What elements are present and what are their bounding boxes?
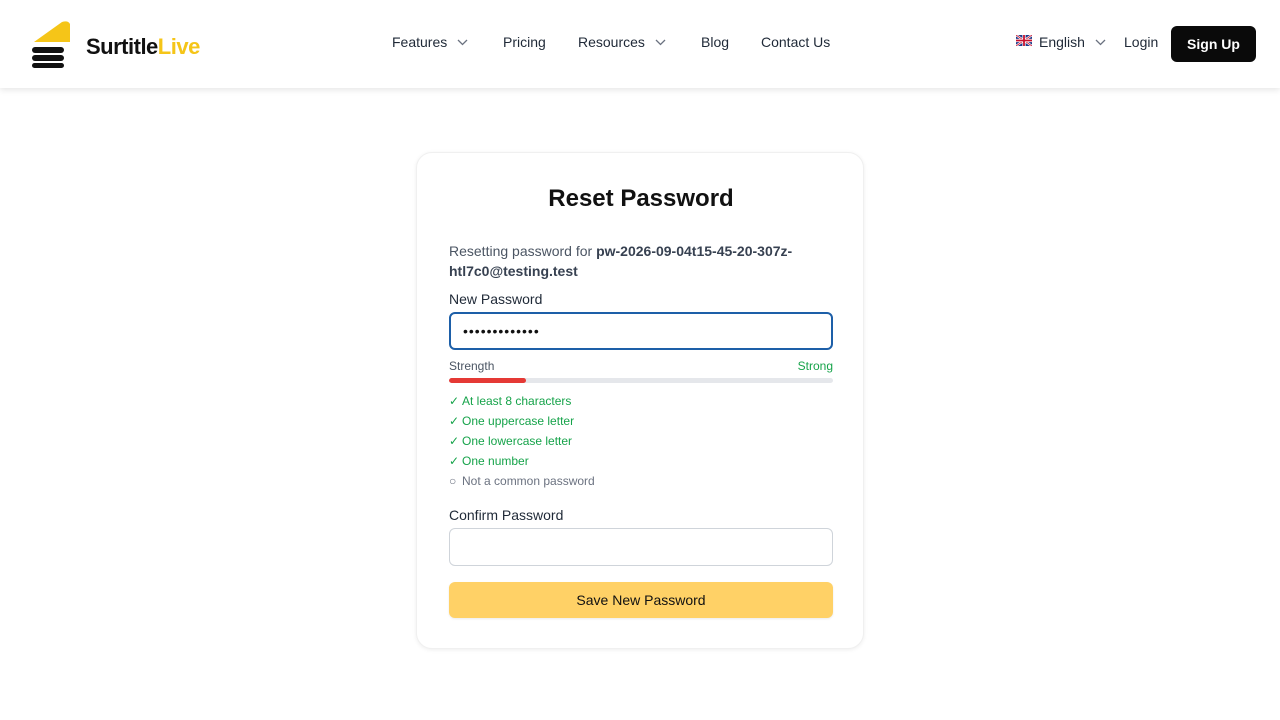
- reset-prefix: Resetting password for: [449, 243, 597, 259]
- site-header: SurtitleLive Features Pricing Resources …: [0, 0, 1280, 88]
- strength-row: Strength Strong: [449, 359, 833, 373]
- signup-button[interactable]: Sign Up: [1171, 26, 1256, 62]
- reset-target-text: Resetting password for pw-2026-09-04t15-…: [449, 241, 833, 281]
- chevron-down-icon: [1095, 39, 1106, 45]
- new-password-input[interactable]: [449, 312, 833, 350]
- reset-password-card: Reset Password Resetting password for pw…: [416, 152, 864, 649]
- nav-resources-label: Resources: [578, 34, 645, 50]
- password-requirements: ✓ At least 8 characters ✓ One uppercase le…: [449, 391, 595, 491]
- check-icon: ✓: [449, 394, 460, 408]
- circle-icon: ○: [449, 474, 457, 488]
- list-item: ✓ At least 8 characters: [449, 391, 595, 411]
- nav-blog[interactable]: Blog: [701, 34, 729, 50]
- brand-name: SurtitleLive: [86, 34, 200, 59]
- strength-value: Strong: [797, 359, 833, 373]
- list-item: ✓ One uppercase letter: [449, 411, 595, 431]
- confirm-password-input[interactable]: [449, 528, 833, 566]
- new-password-label: New Password: [449, 291, 543, 307]
- nav-features-label: Features: [392, 34, 448, 50]
- page-title: Reset Password: [548, 185, 734, 212]
- nav-blog-label: Blog: [701, 34, 730, 50]
- check-icon: ✓: [449, 434, 460, 448]
- login-link[interactable]: Login: [1124, 34, 1158, 50]
- nav-contact-us-label: Contact Us: [761, 34, 831, 50]
- nav-pricing-label: Pricing: [503, 34, 546, 50]
- save-new-password-button[interactable]: Save New Password: [449, 582, 833, 618]
- list-item: ✓ One lowercase letter: [449, 431, 595, 451]
- chevron-down-icon: [457, 39, 468, 45]
- language-label: English: [1039, 34, 1085, 50]
- nav-pricing[interactable]: Pricing: [503, 34, 546, 50]
- nav-contact-us[interactable]: Contact Us: [761, 34, 830, 50]
- check-icon: ✓: [449, 454, 460, 468]
- language-selector[interactable]: English: [1016, 34, 1106, 50]
- confirm-password-label: Confirm Password: [449, 507, 564, 523]
- uk-flag-icon: [1016, 34, 1032, 46]
- nav-features[interactable]: Features: [392, 34, 468, 50]
- strength-label: Strength: [449, 359, 495, 373]
- check-icon: ✓: [449, 414, 460, 428]
- brand-logo[interactable]: SurtitleLive: [32, 20, 200, 68]
- list-item: ○ Not a common password: [449, 471, 595, 491]
- chevron-down-icon: [655, 39, 666, 45]
- strength-bar-fill: [449, 378, 526, 383]
- nav-resources[interactable]: Resources: [578, 34, 666, 50]
- list-item: ✓ One number: [449, 451, 595, 471]
- surtitle-logo-icon: [32, 21, 70, 68]
- strength-bar: [449, 378, 833, 383]
